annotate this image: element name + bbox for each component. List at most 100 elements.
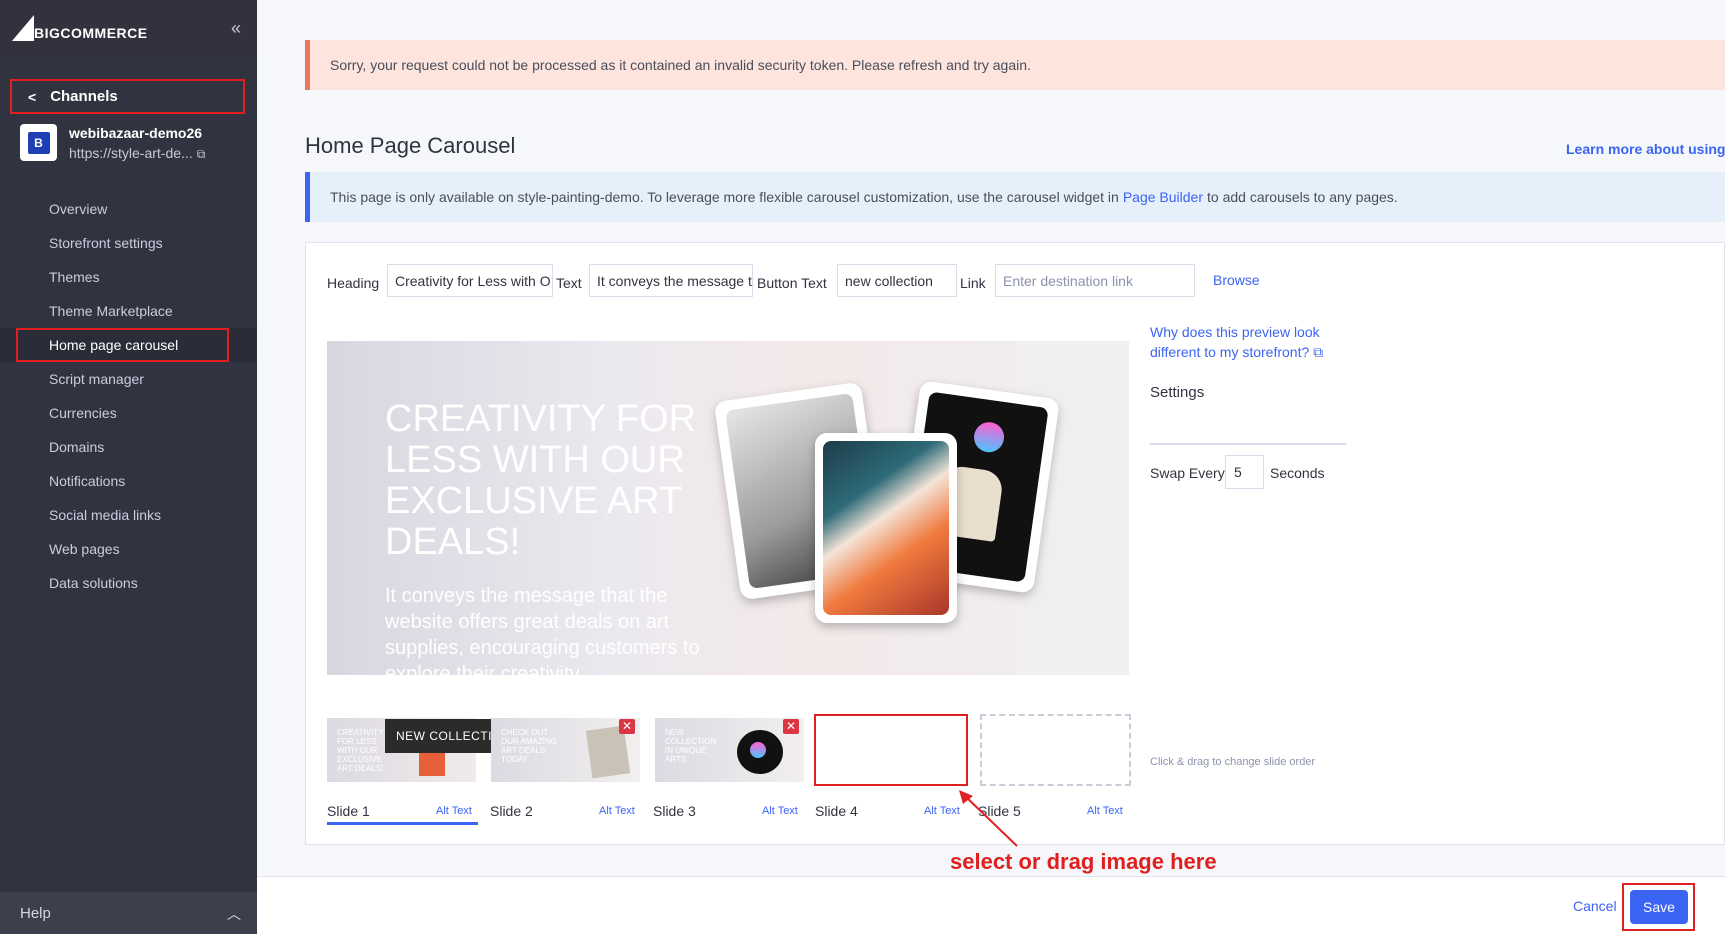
store-url-link[interactable]: https://style-art-de... ⧉ bbox=[69, 145, 205, 162]
delete-slide-2-icon[interactable]: ✕ bbox=[619, 719, 635, 734]
link-label: Link bbox=[960, 275, 986, 291]
collapse-sidebar-icon[interactable]: « bbox=[231, 18, 241, 39]
heading-value: Creativity for Less with O bbox=[395, 272, 551, 289]
store-selector[interactable]: B webibazaar-demo26 https://style-art-de… bbox=[20, 124, 245, 170]
swap-seconds-input[interactable]: 5 bbox=[1225, 455, 1264, 489]
save-button[interactable]: Save bbox=[1630, 890, 1688, 924]
sidebar-item-storefront-settings[interactable]: Storefront settings bbox=[0, 226, 257, 260]
preview-difference-text: Why does this preview look different to … bbox=[1150, 324, 1320, 360]
slide-2-thumbnail[interactable]: CHECK OUT OUR AMAZING ART DEALS TODAY bbox=[491, 718, 640, 782]
text-label: Text bbox=[556, 275, 582, 291]
sidebar-item-web-pages[interactable]: Web pages bbox=[0, 532, 257, 566]
link-input[interactable]: Enter destination link bbox=[995, 264, 1195, 297]
button-text-input[interactable]: new collection bbox=[837, 264, 957, 297]
sidebar-item-data-solutions[interactable]: Data solutions bbox=[0, 566, 257, 600]
slide-1-alt-text-link[interactable]: Alt Text bbox=[436, 805, 472, 817]
seconds-label: Seconds bbox=[1270, 465, 1325, 481]
chevron-left-icon: < bbox=[28, 88, 37, 105]
slide-5-upload-slot[interactable] bbox=[980, 714, 1131, 786]
preview-heading: CREATIVITY FOR LESS WITH OUR EXCLUSIVE A… bbox=[385, 398, 697, 563]
sidebar-item-label: Currencies bbox=[49, 405, 117, 421]
sidebar-item-label: Themes bbox=[49, 269, 100, 285]
slide-3-thumb-sphere bbox=[750, 742, 766, 758]
drag-note: Click & drag to change slide order bbox=[1150, 756, 1316, 768]
button-text-value: new collection bbox=[845, 272, 933, 289]
preview-text: It conveys the message that the website … bbox=[385, 585, 700, 675]
sidebar: BIGCOMMERCE « < Channels B webibazaar-de… bbox=[0, 0, 257, 934]
art-card-center-image bbox=[823, 441, 949, 615]
info-alert: This page is only available on style-pai… bbox=[305, 172, 1725, 222]
swap-seconds-value: 5 bbox=[1234, 464, 1242, 480]
info-text-suffix: to add carousels to any pages. bbox=[1207, 189, 1398, 205]
sidebar-item-script-manager[interactable]: Script manager bbox=[0, 362, 257, 396]
slide-4-upload-slot[interactable] bbox=[814, 714, 968, 786]
store-logo: B bbox=[20, 124, 57, 161]
store-logo-icon: B bbox=[27, 131, 50, 154]
button-text-label: Button Text bbox=[757, 275, 827, 291]
annotation-arrow bbox=[959, 790, 1018, 847]
page-title: Home Page Carousel bbox=[305, 133, 516, 158]
divider bbox=[1150, 443, 1346, 445]
channels-back-button[interactable]: < Channels bbox=[10, 79, 245, 114]
slide-5-alt-text-link[interactable]: Alt Text bbox=[1087, 805, 1123, 817]
settings-heading: Settings bbox=[1150, 384, 1205, 401]
text-input[interactable]: It conveys the message th bbox=[589, 264, 753, 297]
slide-2-label[interactable]: Slide 2 bbox=[490, 803, 533, 819]
slide-3-alt-text-link[interactable]: Alt Text bbox=[762, 805, 798, 817]
slide-1-label[interactable]: Slide 1 bbox=[327, 803, 370, 819]
sidebar-item-domains[interactable]: Domains bbox=[0, 430, 257, 464]
browse-link[interactable]: Browse bbox=[1213, 272, 1260, 288]
slide-2-thumb-text: CHECK OUT OUR AMAZING ART DEALS TODAY bbox=[501, 728, 558, 764]
slide-4-label[interactable]: Slide 4 bbox=[815, 803, 858, 819]
slide-3-label[interactable]: Slide 3 bbox=[653, 803, 696, 819]
preview-difference-link[interactable]: Why does this preview look different to … bbox=[1150, 322, 1350, 362]
sidebar-item-themes[interactable]: Themes bbox=[0, 260, 257, 294]
footer-bar bbox=[257, 876, 1725, 934]
sidebar-item-currencies[interactable]: Currencies bbox=[0, 396, 257, 430]
learn-more-link[interactable]: Learn more about using t bbox=[1566, 141, 1725, 157]
heading-label: Heading bbox=[327, 275, 380, 291]
brand-bar: BIGCOMMERCE « bbox=[0, 0, 257, 56]
info-text-prefix: This page is only available on style-pai… bbox=[330, 189, 1119, 205]
external-link-icon: ⧉ bbox=[1313, 344, 1324, 360]
sidebar-item-home-page-carousel[interactable]: Home page carousel bbox=[0, 328, 257, 362]
highlight-box bbox=[16, 328, 229, 362]
annotation-text: select or drag image here bbox=[950, 849, 1217, 874]
sidebar-item-label: Script manager bbox=[49, 371, 144, 387]
sidebar-item-label: Theme Marketplace bbox=[49, 303, 173, 319]
delete-slide-3-icon[interactable]: ✕ bbox=[783, 719, 799, 734]
sidebar-item-label: Web pages bbox=[49, 541, 120, 557]
carousel-preview: CREATIVITY FOR LESS WITH OUR EXCLUSIVE A… bbox=[327, 341, 1129, 675]
slide-3-thumbnail[interactable]: NEW COLLECTION IN UNIQUE ARTS bbox=[655, 718, 804, 782]
sidebar-item-social-media-links[interactable]: Social media links bbox=[0, 498, 257, 532]
channels-label: Channels bbox=[50, 88, 118, 105]
text-value: It conveys the message th bbox=[597, 272, 753, 289]
sidebar-item-label: Social media links bbox=[49, 507, 162, 523]
chevron-up-icon: ︿ bbox=[227, 906, 241, 922]
external-link-icon: ⧉ bbox=[196, 147, 206, 161]
sidebar-item-label: Domains bbox=[49, 439, 105, 455]
logo-icon bbox=[12, 15, 34, 41]
swap-every-label: Swap Every bbox=[1150, 465, 1225, 481]
help-label: Help bbox=[20, 904, 51, 922]
bigcommerce-logo[interactable]: BIGCOMMERCE bbox=[12, 15, 148, 41]
slide-3-thumb-text: NEW COLLECTION IN UNIQUE ARTS bbox=[665, 728, 717, 764]
active-slide-indicator bbox=[327, 822, 478, 825]
store-url: https://style-art-de... bbox=[69, 145, 193, 161]
help-menu[interactable]: Help ︿ bbox=[0, 892, 257, 934]
sidebar-item-label: Overview bbox=[49, 201, 108, 217]
sidebar-item-overview[interactable]: Overview bbox=[0, 192, 257, 226]
page-builder-link[interactable]: Page Builder bbox=[1123, 189, 1203, 205]
link-placeholder: Enter destination link bbox=[1003, 272, 1133, 289]
logo-text: BIGCOMMERCE bbox=[34, 25, 148, 41]
error-alert: Sorry, your request could not be process… bbox=[305, 40, 1725, 90]
sidebar-item-theme-marketplace[interactable]: Theme Marketplace bbox=[0, 294, 257, 328]
heading-input[interactable]: Creativity for Less with O bbox=[387, 264, 553, 297]
error-alert-text: Sorry, your request could not be process… bbox=[330, 57, 1031, 73]
sidebar-item-notifications[interactable]: Notifications bbox=[0, 464, 257, 498]
sidebar-item-label: Notifications bbox=[49, 473, 126, 489]
store-name: webibazaar-demo26 bbox=[69, 125, 203, 141]
sidebar-item-label: Storefront settings bbox=[49, 235, 163, 251]
cancel-button[interactable]: Cancel bbox=[1573, 898, 1617, 914]
slide-2-alt-text-link[interactable]: Alt Text bbox=[599, 805, 635, 817]
